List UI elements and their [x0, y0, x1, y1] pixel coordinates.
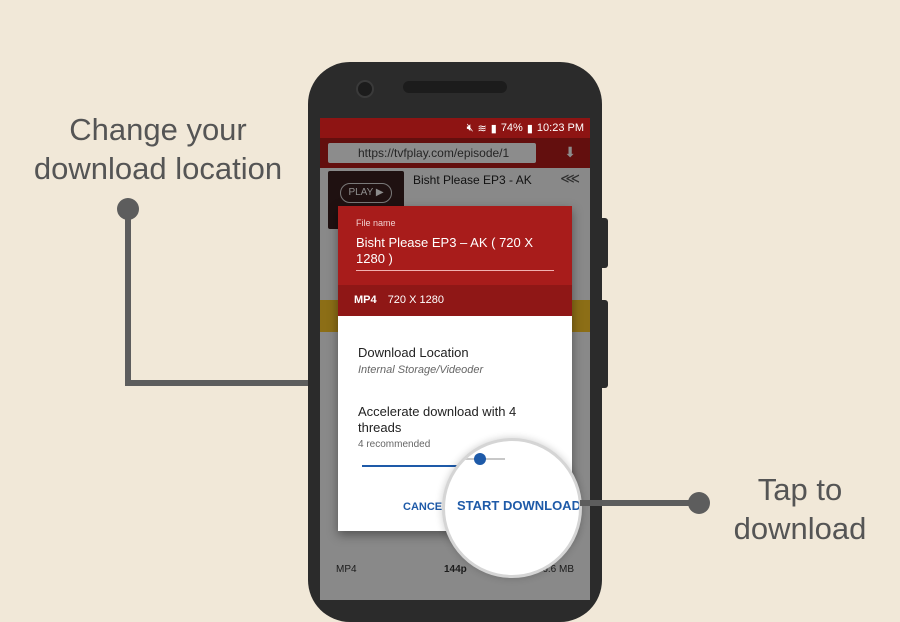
callout-line-left-vertical [125, 208, 131, 386]
wifi-icon: ≋ [477, 122, 487, 135]
camera-icon [356, 80, 374, 98]
callout-dot-right [688, 492, 710, 514]
signal-icon: ▮ [490, 122, 497, 135]
callout-change-location: Change your download location [33, 112, 283, 186]
accelerate-label: Accelerate download with 4 threads [358, 404, 517, 435]
accelerate-sub: 4 recommended [358, 439, 431, 450]
file-name-label: File name [356, 218, 396, 228]
format-bar[interactable]: MP4 720 X 1280 [338, 285, 572, 316]
format-type: MP4 [354, 294, 377, 306]
start-download-button[interactable]: START DOWNLOAD [457, 498, 579, 513]
magnifier: START DOWNLOAD [442, 438, 582, 578]
status-time: 10:23 PM [536, 122, 584, 134]
callout-line-left-horizontal [125, 380, 335, 386]
phone-speaker [403, 81, 507, 93]
file-name-underline [356, 270, 554, 271]
download-location-label[interactable]: Download Location [358, 345, 469, 360]
callout-tap-to-download: Tap to download [733, 472, 867, 546]
phone-power-button [600, 300, 608, 388]
download-location-path[interactable]: Internal Storage/Videoder [358, 364, 483, 376]
mute-icon: 🔇︎ [466, 121, 474, 134]
file-name-input[interactable]: Bisht Please EP3 – AK ( 720 X 1280 ) [356, 235, 554, 267]
status-bar: 🔇︎ ≋ ▮ 74% ▮ 10:23 PM [320, 118, 590, 138]
battery-icon: ▮ [526, 122, 533, 135]
slider-knob[interactable] [474, 453, 486, 465]
dialog-header: File name Bisht Please EP3 – AK ( 720 X … [338, 206, 572, 285]
battery-percent: 74% [500, 122, 523, 134]
phone-volume-button [600, 218, 608, 268]
callout-line-right [580, 500, 698, 506]
format-resolution: 720 X 1280 [387, 294, 444, 306]
